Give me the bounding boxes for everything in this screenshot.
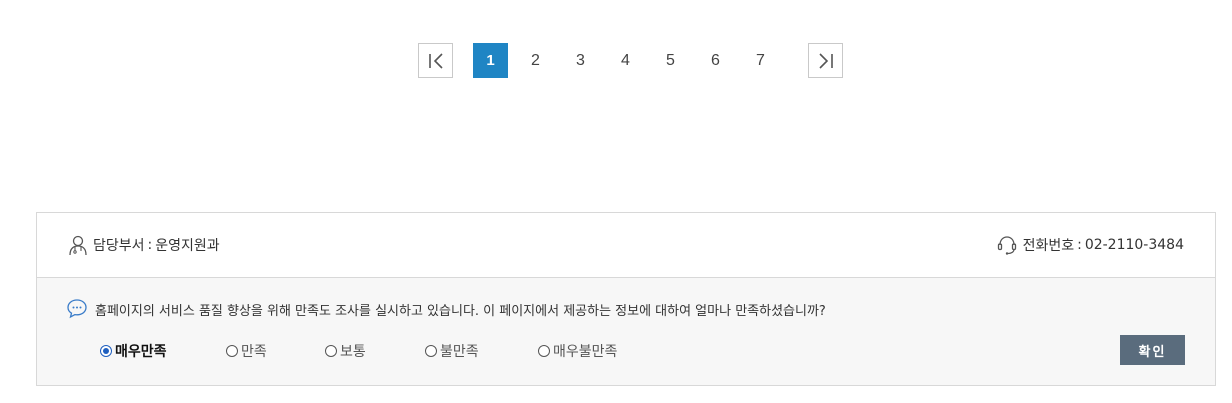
radio-very-dissatisfied[interactable]: [538, 345, 550, 357]
pagination: 1 2 3 4 5 6 7: [418, 43, 843, 78]
option-dissatisfied[interactable]: 불만족: [425, 341, 538, 361]
rating-options: 매우만족 만족 보통 불만족 매우불만족: [100, 341, 617, 361]
phone-value: 02-2110-3484: [1084, 237, 1184, 253]
radio-very-satisfied[interactable]: [100, 345, 112, 357]
contact-info: 담당부서 : 운영지원과 전화번호 : 02-2110-3484: [37, 213, 1215, 278]
phone-info: 전화번호 : 02-2110-3484: [996, 234, 1184, 256]
last-page-button[interactable]: [808, 43, 843, 78]
page-4[interactable]: 4: [608, 43, 643, 78]
option-neutral[interactable]: 보통: [325, 341, 425, 361]
phone-label: 전화번호: [1022, 238, 1075, 254]
survey-question: 홈페이지의 서비스 품질 향상을 위해 만족도 조사를 실시하고 있습니다. 이…: [66, 298, 826, 320]
page-6[interactable]: 6: [698, 43, 733, 78]
first-page-icon: [428, 52, 443, 69]
page-5[interactable]: 5: [653, 43, 688, 78]
page-7[interactable]: 7: [743, 43, 778, 78]
last-page-icon: [818, 52, 833, 69]
radio-satisfied[interactable]: [226, 345, 238, 357]
radio-dissatisfied[interactable]: [425, 345, 437, 357]
first-page-button[interactable]: [418, 43, 453, 78]
page-2[interactable]: 2: [518, 43, 553, 78]
option-satisfied[interactable]: 만족: [226, 341, 325, 361]
department-info: 담당부서 : 운영지원과: [67, 234, 220, 256]
person-icon: [69, 235, 87, 256]
option-very-dissatisfied[interactable]: 매우불만족: [538, 341, 617, 361]
radio-neutral[interactable]: [325, 345, 337, 357]
satisfaction-survey: 담당부서 : 운영지원과 전화번호 : 02-2110-3484 홈페이지의 서…: [36, 212, 1216, 386]
page-1[interactable]: 1: [473, 43, 508, 78]
dept-value: 운영지원과: [155, 238, 220, 254]
dept-label: 담당부서: [93, 238, 145, 254]
page-3[interactable]: 3: [563, 43, 598, 78]
option-very-satisfied[interactable]: 매우만족: [100, 341, 226, 361]
headset-icon: [997, 236, 1016, 255]
confirm-button[interactable]: 확인: [1120, 335, 1185, 365]
chat-bubble-icon: [67, 299, 87, 319]
question-text: 홈페이지의 서비스 품질 향상을 위해 만족도 조사를 실시하고 있습니다. 이…: [95, 303, 826, 319]
survey-panel: 홈페이지의 서비스 품질 향상을 위해 만족도 조사를 실시하고 있습니다. 이…: [37, 278, 1215, 385]
